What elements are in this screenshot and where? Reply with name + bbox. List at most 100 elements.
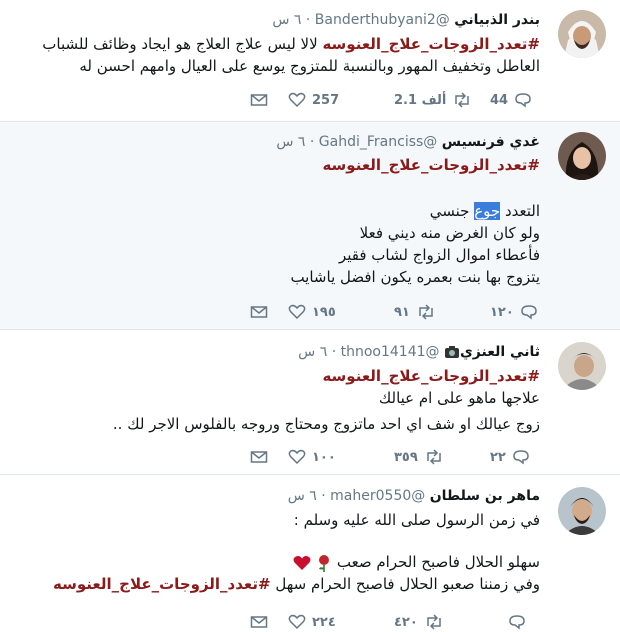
display-name-text: ثاني العنزي <box>459 344 540 360</box>
tweet-text-line: التعدد جوع جنسي <box>20 200 540 222</box>
display-name[interactable]: بندر الذبياني <box>454 12 540 28</box>
hashtag-link[interactable]: #تعدد_الزوجات_علاج_العنوسه <box>322 35 540 53</box>
retweet-count: ٤٢٠ <box>394 614 418 630</box>
like-button[interactable]: 257 <box>288 90 339 110</box>
tweet-text: #تعدد_الزوجات_علاج_العنوسه <box>20 154 540 176</box>
tweet-actions: 44 2.1 ألف 257 <box>250 90 540 110</box>
text-fragment: وفي زمننا صعبو الحلال فاصبح الحرام سهل <box>270 575 540 593</box>
tweet-text-line: وفي زمننا صعبو الحلال فاصبح الحرام سهل #… <box>20 573 540 595</box>
heart-icon <box>288 304 306 320</box>
tweet-header: بندر الذبياني @Banderthubyani2 · ٦ س <box>272 12 540 28</box>
direct-message-button[interactable] <box>250 90 268 110</box>
timestamp-text: ٦ س <box>276 134 306 150</box>
like-button[interactable]: ٢٢٤ <box>288 612 336 632</box>
timestamp-text: ٦ س <box>272 12 302 28</box>
reply-button[interactable]: ١٢٠ <box>490 302 538 322</box>
tweet-text: #تعدد_الزوجات_علاج_العنوسه لالا ليس علاج… <box>20 33 540 77</box>
retweet-button[interactable]: ٤٢٠ <box>394 612 444 632</box>
user-handle[interactable]: @maher0550 <box>330 488 425 504</box>
retweet-button[interactable]: ٩١ <box>394 302 436 322</box>
reply-count: ١٢٠ <box>490 304 514 320</box>
like-button[interactable]: ١٠٠ <box>288 447 336 467</box>
timestamp[interactable]: · ٦ س <box>272 12 310 28</box>
tweet-text: في زمن الرسول صلى الله عليه وسلم : <box>20 509 540 531</box>
timestamp[interactable]: · ٦ س <box>276 134 314 150</box>
direct-message-button[interactable] <box>250 612 268 632</box>
display-name[interactable]: غدي فرنسيس <box>442 134 540 150</box>
reply-icon <box>521 305 537 320</box>
selected-text: جوع <box>474 202 501 220</box>
tweet-3[interactable]: ثاني العنزي @thnoo14141 · ٦ س #تعدد_الزو… <box>0 330 620 475</box>
tweet-actions: ١٢٠ ٩١ ١٩٥ <box>250 302 540 322</box>
display-name[interactable]: ماهر بن سلطان <box>430 488 540 504</box>
user-handle[interactable]: @Banderthubyani2 <box>315 12 450 28</box>
envelope-icon <box>250 451 268 463</box>
tweet-actions: ٤٢٠ ٢٢٤ <box>250 612 540 632</box>
retweet-icon <box>427 614 441 630</box>
avatar[interactable] <box>558 132 606 180</box>
tweet-text-line: علاجها ماهو على ام عيالك <box>378 389 540 407</box>
user-handle[interactable]: @Gahdi_Franciss <box>319 134 438 150</box>
retweet-button[interactable]: 2.1 ألف <box>394 90 472 110</box>
envelope-icon <box>250 306 268 318</box>
reply-count: ٢٢ <box>490 449 506 465</box>
reply-icon <box>515 93 531 108</box>
avatar[interactable] <box>558 10 606 58</box>
retweet-icon <box>427 449 441 465</box>
tweet-text-lines: التعدد جوع جنسي ولو كان الغرض منه ديني ف… <box>20 200 540 288</box>
text-fragment: سهلو الحلال فاصبح الحرام صعب <box>336 553 540 571</box>
hashtag-link[interactable]: #تعدد_الزوجات_علاج_العنوسه <box>20 365 540 387</box>
retweet-count: ٣٥٩ <box>394 449 418 465</box>
heart-emoji-icon <box>293 555 311 570</box>
like-count: ٢٢٤ <box>312 614 336 630</box>
tweet-text-line: سهلو الحلال فاصبح الحرام صعب <box>20 551 540 573</box>
text-fragment: التعدد <box>500 202 540 220</box>
reply-icon <box>509 615 525 630</box>
tweet-4[interactable]: ماهر بن سلطان @maher0550 · ٦ س في زمن ال… <box>0 475 620 630</box>
user-handle[interactable]: @thnoo14141 <box>341 344 440 360</box>
avatar[interactable] <box>558 342 606 390</box>
rose-icon <box>319 554 330 572</box>
tweet-text-line: يتزوج بها بنت بعمره يكون افضل ياشايب <box>290 268 540 286</box>
retweet-count: ٩١ <box>394 304 410 320</box>
timestamp-text: ٦ س <box>287 488 317 504</box>
tweet-text: #تعدد_الزوجات_علاج_العنوسه علاجها ماهو ع… <box>20 365 540 435</box>
reply-button[interactable]: ٢٢ <box>490 447 530 467</box>
like-button[interactable]: ١٩٥ <box>288 302 336 322</box>
like-count: 257 <box>312 92 340 108</box>
avatar[interactable] <box>558 487 606 535</box>
timestamp-text: ٦ س <box>298 344 328 360</box>
tweet-header: ماهر بن سلطان @maher0550 · ٦ س <box>288 488 540 504</box>
hashtag-link[interactable]: #تعدد_الزوجات_علاج_العنوسه <box>20 154 540 176</box>
tweet-1[interactable]: بندر الذبياني @Banderthubyani2 · ٦ س #تع… <box>0 0 620 122</box>
timestamp[interactable]: · ٦ س <box>298 344 336 360</box>
reply-button[interactable] <box>508 612 526 632</box>
direct-message-button[interactable] <box>250 447 268 467</box>
tweet-text-line: لالا ليس علاج العلاج هو ايجاد وظائف للشب… <box>42 35 323 53</box>
tweet-text-line: ولو كان الغرض منه ديني فعلا <box>359 224 540 242</box>
heart-icon <box>288 92 306 108</box>
tweet-actions: ٢٢ ٣٥٩ ١٠٠ <box>250 447 540 467</box>
retweet-button[interactable]: ٣٥٩ <box>394 447 444 467</box>
heart-icon <box>288 614 306 630</box>
hashtag-link[interactable]: #تعدد_الزوجات_علاج_العنوسه <box>53 575 271 593</box>
timestamp[interactable]: · ٦ س <box>288 488 326 504</box>
heart-icon <box>288 449 306 465</box>
direct-message-button[interactable] <box>250 302 268 322</box>
tweet-2[interactable]: غدي فرنسيس @Gahdi_Franciss · ٦ س #تعدد_ا… <box>0 122 620 330</box>
reply-button[interactable]: 44 <box>490 90 532 110</box>
reply-count: 44 <box>490 92 509 108</box>
tweet-text-line: العاطل وتخفيف المهور وبالنسبة للمتزوج يو… <box>79 57 540 75</box>
tweet-text-line: في زمن الرسول صلى الله عليه وسلم : <box>293 511 540 529</box>
camera-icon <box>444 346 459 358</box>
tweet-header: غدي فرنسيس @Gahdi_Franciss · ٦ س <box>276 134 540 150</box>
reply-icon <box>513 450 529 465</box>
envelope-icon <box>250 94 268 106</box>
like-count: ١٠٠ <box>312 449 336 465</box>
display-name[interactable]: ثاني العنزي <box>444 344 540 360</box>
retweet-count: 2.1 ألف <box>394 92 447 108</box>
tweet-header: ثاني العنزي @thnoo14141 · ٦ س <box>298 344 540 360</box>
text-fragment: جنسي <box>429 202 475 220</box>
like-count: ١٩٥ <box>312 304 336 320</box>
tweet-text-line: فأعطاء اموال الزواج لشاب فقير <box>338 246 540 264</box>
